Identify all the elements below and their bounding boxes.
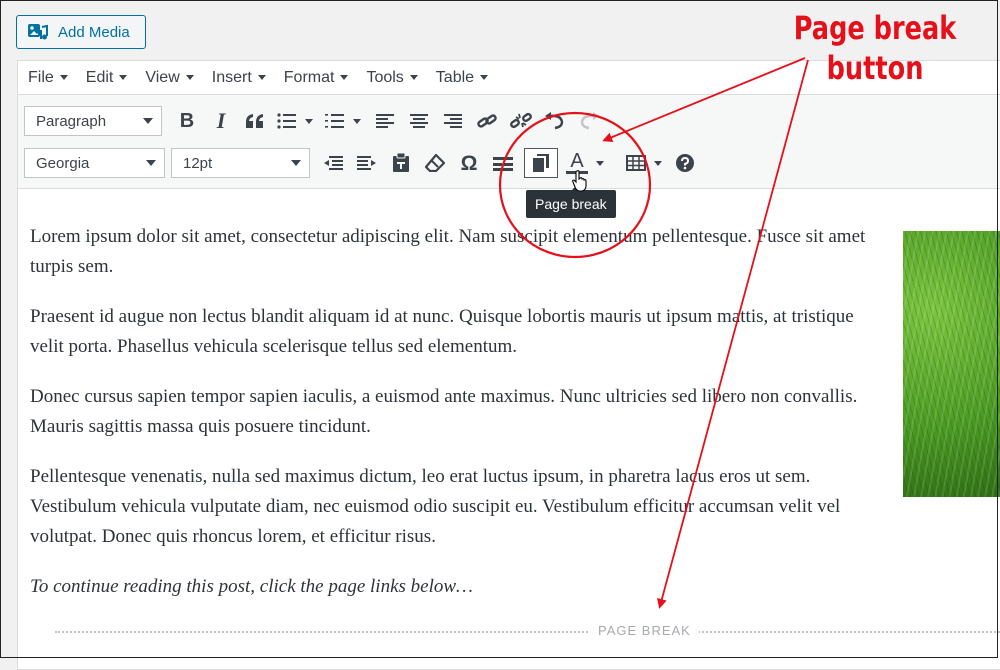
caret-down-icon: [305, 118, 313, 124]
menu-label: Tools: [366, 68, 404, 86]
page-break-label: PAGE BREAK: [590, 623, 699, 639]
caret-down-icon: [59, 75, 68, 80]
menu-label: Table: [435, 68, 475, 86]
align-center-button[interactable]: [402, 106, 436, 136]
bullet-list-icon: [277, 113, 296, 129]
text-color-glyph: A: [570, 150, 584, 172]
page-break-marker[interactable]: PAGE BREAK: [55, 623, 1000, 639]
align-center-icon: [410, 114, 428, 128]
annotation-line-1: Page break: [793, 9, 957, 47]
align-right-icon: [444, 114, 462, 128]
menu-label: Insert: [211, 68, 252, 86]
outdent-icon: [324, 156, 343, 170]
media-icon: [28, 24, 48, 40]
menu-insert[interactable]: Insert: [212, 69, 266, 87]
indent-icon: [357, 156, 376, 170]
page-break-line: [55, 631, 1000, 633]
menu-label: View: [145, 68, 180, 86]
block-format-value: Paragraph: [36, 112, 107, 130]
special-character-icon: Ω: [460, 151, 478, 175]
help-button[interactable]: [668, 148, 702, 178]
caret-down-icon: [353, 118, 361, 124]
menu-tools[interactable]: Tools: [366, 68, 418, 87]
unlink-button[interactable]: [504, 106, 538, 136]
caret-down-icon: [480, 75, 489, 80]
clear-formatting-icon: [425, 154, 445, 172]
undo-icon: [545, 112, 564, 130]
link-button[interactable]: [470, 106, 504, 136]
clear-formatting-button[interactable]: [418, 148, 452, 178]
paragraph: Pellentesque venenatis, nulla sed maximu…: [30, 466, 841, 547]
hand-cursor-icon: [572, 170, 587, 192]
font-size-select[interactable]: 12pt: [171, 148, 310, 178]
outdent-button[interactable]: [316, 148, 350, 178]
page-break-icon: [533, 154, 549, 172]
tooltip-text: Page break: [535, 196, 607, 212]
numbered-list-button[interactable]: [318, 106, 368, 136]
block-format-select[interactable]: Paragraph: [24, 106, 162, 136]
toolbar-row-1: Paragraph B I: [24, 105, 606, 137]
paste-text-icon: [393, 153, 409, 172]
paragraph-italic: To continue reading this post, click the…: [30, 576, 473, 597]
bullet-list-button[interactable]: [272, 106, 318, 136]
toolbar-row-2: Georgia 12pt Ω A: [24, 147, 702, 179]
page-break-button[interactable]: [524, 148, 558, 178]
menu-format[interactable]: Format: [284, 69, 349, 87]
redo-button[interactable]: [572, 106, 606, 136]
blockquote-button[interactable]: [238, 106, 272, 136]
font-family-select[interactable]: Georgia: [24, 148, 165, 178]
menu-view[interactable]: View: [145, 68, 194, 87]
redo-icon: [580, 112, 599, 130]
post-content[interactable]: Lorem ipsum dolor sit amet, consectetur …: [30, 222, 878, 622]
bold-icon: B: [179, 110, 195, 132]
caret-down-icon: [409, 75, 418, 80]
blockquote-icon: [246, 114, 263, 128]
paragraph: Praesent id augue non lectus blandit ali…: [30, 306, 854, 357]
toolbar: Paragraph B I Georgia 12pt Ω A: [18, 95, 1000, 189]
caret-down-icon: [146, 160, 156, 166]
font-family-value: Georgia: [36, 154, 90, 172]
menu-label: Edit: [85, 68, 114, 86]
caret-down-icon: [654, 160, 662, 166]
horizontal-line-button[interactable]: [486, 148, 520, 178]
caret-down-icon: [291, 160, 301, 166]
menu-edit[interactable]: Edit: [86, 69, 128, 87]
table-button[interactable]: [620, 148, 668, 178]
horizontal-line-icon: [493, 157, 513, 171]
bold-button[interactable]: B: [170, 106, 204, 136]
menu-file[interactable]: File: [28, 69, 68, 87]
paste-text-button[interactable]: [384, 148, 418, 178]
caret-down-icon: [596, 160, 604, 166]
paragraph: Lorem ipsum dolor sit amet, consectetur …: [30, 226, 866, 277]
caret-down-icon: [143, 118, 153, 124]
add-media-button[interactable]: Add Media: [16, 15, 146, 49]
unlink-icon: [510, 112, 532, 129]
help-icon: [676, 154, 694, 172]
menu-label: Format: [283, 68, 335, 86]
italic-button[interactable]: I: [204, 106, 238, 136]
caret-down-icon: [340, 75, 349, 80]
add-media-label: Add Media: [58, 23, 130, 41]
numbered-list-icon: [325, 114, 344, 128]
page-break-tooltip: Page break: [526, 184, 616, 218]
menu-label: File: [28, 68, 54, 86]
caret-down-icon: [185, 75, 194, 80]
link-icon: [477, 114, 497, 128]
align-left-button[interactable]: [368, 106, 402, 136]
special-character-button[interactable]: Ω: [452, 148, 486, 178]
indent-button[interactable]: [350, 148, 384, 178]
menu-table[interactable]: Table: [435, 68, 489, 87]
table-icon: [626, 155, 646, 171]
align-left-icon: [376, 114, 394, 128]
caret-down-icon: [119, 75, 128, 80]
font-size-value: 12pt: [183, 154, 213, 172]
align-right-button[interactable]: [436, 106, 470, 136]
annotation-line-2: button: [826, 49, 924, 87]
grass-image[interactable]: [903, 231, 1000, 497]
paragraph: Donec cursus sapien tempor sapien iaculi…: [30, 386, 858, 437]
annotation-label: Page break button: [783, 8, 967, 88]
undo-button[interactable]: [538, 106, 572, 136]
caret-down-icon: [257, 75, 266, 80]
italic-icon: I: [216, 108, 226, 133]
